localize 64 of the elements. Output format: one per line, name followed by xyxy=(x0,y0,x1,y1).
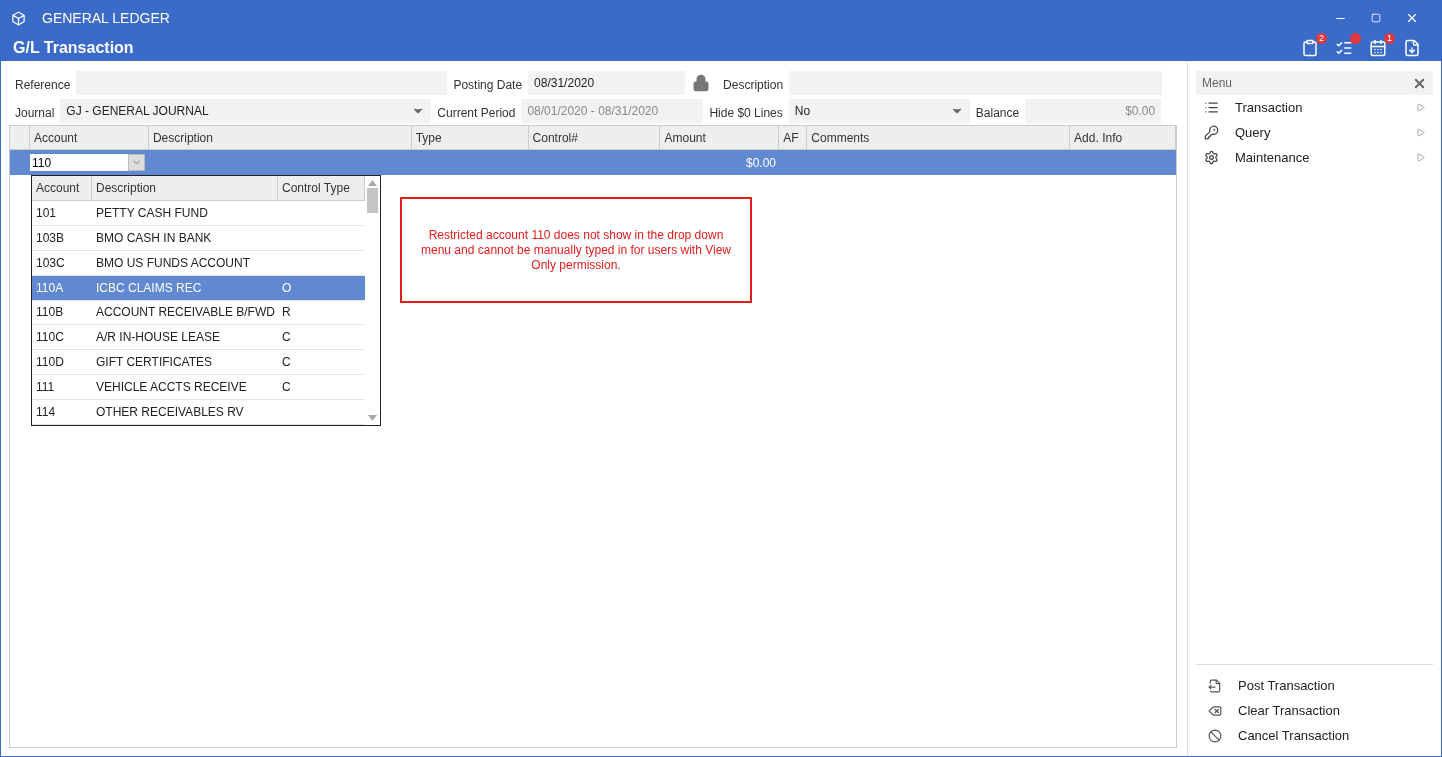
account-option[interactable]: 103B BMO CASH IN BANK xyxy=(32,225,365,251)
action-icon xyxy=(1208,703,1222,718)
toolbar-icon[interactable] xyxy=(1301,39,1319,57)
cube-icon xyxy=(11,10,26,26)
column-header[interactable]: Comments xyxy=(807,126,1071,149)
grid-row[interactable]: 110 $0.00 xyxy=(10,150,1176,175)
amount-cell-text: $0.00 xyxy=(745,154,776,172)
menu-item-icon xyxy=(1204,125,1219,140)
annotation-callout: Restricted account 110 does not show in the drop down menu and cannot be manually typed in for users with View Only permission. xyxy=(400,197,752,303)
toolbar-icon[interactable] xyxy=(1369,39,1387,57)
action-item[interactable]: Cancel Transaction xyxy=(1196,723,1433,748)
submenu-arrow-icon xyxy=(1416,128,1425,137)
account-option[interactable]: 110D GIFT CERTIFICATES C xyxy=(32,350,365,376)
page-title: G/L Transaction xyxy=(13,38,135,58)
column-header[interactable]: AF xyxy=(779,126,808,149)
column-header[interactable]: Account xyxy=(30,126,149,149)
account-option[interactable]: 103C BMO US FUNDS ACCOUNT xyxy=(32,250,365,276)
column-header[interactable]: Description xyxy=(92,176,278,200)
action-item[interactable]: Clear Transaction xyxy=(1196,698,1433,723)
menu-item[interactable]: Transaction xyxy=(1196,95,1433,120)
field-label: Current Period xyxy=(436,105,517,122)
account-input[interactable]: 110 xyxy=(30,154,128,171)
dropdown-field[interactable]: GJ - GENERAL JOURNAL xyxy=(60,99,432,123)
action-icon xyxy=(1208,728,1222,743)
dropdown-field[interactable]: No xyxy=(788,99,970,123)
toolbar-icon[interactable] xyxy=(1403,39,1421,57)
column-header[interactable]: Control Type xyxy=(278,176,365,200)
menu-item[interactable]: Query xyxy=(1196,120,1433,145)
field-label: Reference xyxy=(14,77,72,94)
account-option[interactable]: 114 OTHER RECEIVABLES RV xyxy=(32,400,365,426)
column-header[interactable]: Description xyxy=(148,126,412,149)
field-label: Journal xyxy=(14,105,56,122)
column-header[interactable]: Amount xyxy=(660,126,780,149)
scroll-down-icon[interactable] xyxy=(368,415,377,421)
action-icon xyxy=(1208,678,1222,693)
action-item[interactable]: Post Transaction xyxy=(1196,673,1433,698)
submenu-arrow-icon xyxy=(1416,103,1425,112)
column-header[interactable]: Control# xyxy=(528,126,661,149)
notification-badge: 2 xyxy=(1316,33,1327,44)
field-label: Posting Date xyxy=(452,77,524,94)
menu-item-icon xyxy=(1204,100,1219,115)
field-label: Description xyxy=(722,77,785,94)
field-label: Balance xyxy=(974,105,1021,122)
notification-badge: 1 xyxy=(1384,33,1395,44)
column-header[interactable]: Add. Info xyxy=(1070,126,1176,149)
menu-item-icon xyxy=(1204,150,1219,165)
lock-icon xyxy=(692,74,711,92)
toolbar-icon[interactable] xyxy=(1335,39,1353,57)
scroll-up-icon[interactable] xyxy=(368,180,377,186)
column-header[interactable]: Type xyxy=(411,126,529,149)
account-option[interactable]: 110B ACCOUNT RECEIVABLE B/FWD R xyxy=(32,300,365,326)
maximize-icon[interactable] xyxy=(1371,13,1381,23)
account-option[interactable]: 101 PETTY CASH FUND xyxy=(32,200,365,226)
input-field[interactable]: 08/31/2020 xyxy=(528,71,686,95)
menu-header: Menu xyxy=(1196,71,1433,95)
account-option[interactable]: 110C A/R IN-HOUSE LEASE C xyxy=(32,325,365,351)
menu-item[interactable]: Maintenance xyxy=(1196,145,1433,170)
submenu-arrow-icon xyxy=(1416,153,1425,162)
field-label: Hide $0 Lines xyxy=(708,105,784,122)
scrollbar-thumb[interactable] xyxy=(367,188,378,213)
column-header[interactable]: Account xyxy=(32,176,92,200)
account-option[interactable]: 111 VEHICLE ACCTS RECEIVE C xyxy=(32,375,365,401)
window-title: GENERAL LEDGER xyxy=(42,8,171,28)
close-icon[interactable] xyxy=(1405,11,1419,25)
